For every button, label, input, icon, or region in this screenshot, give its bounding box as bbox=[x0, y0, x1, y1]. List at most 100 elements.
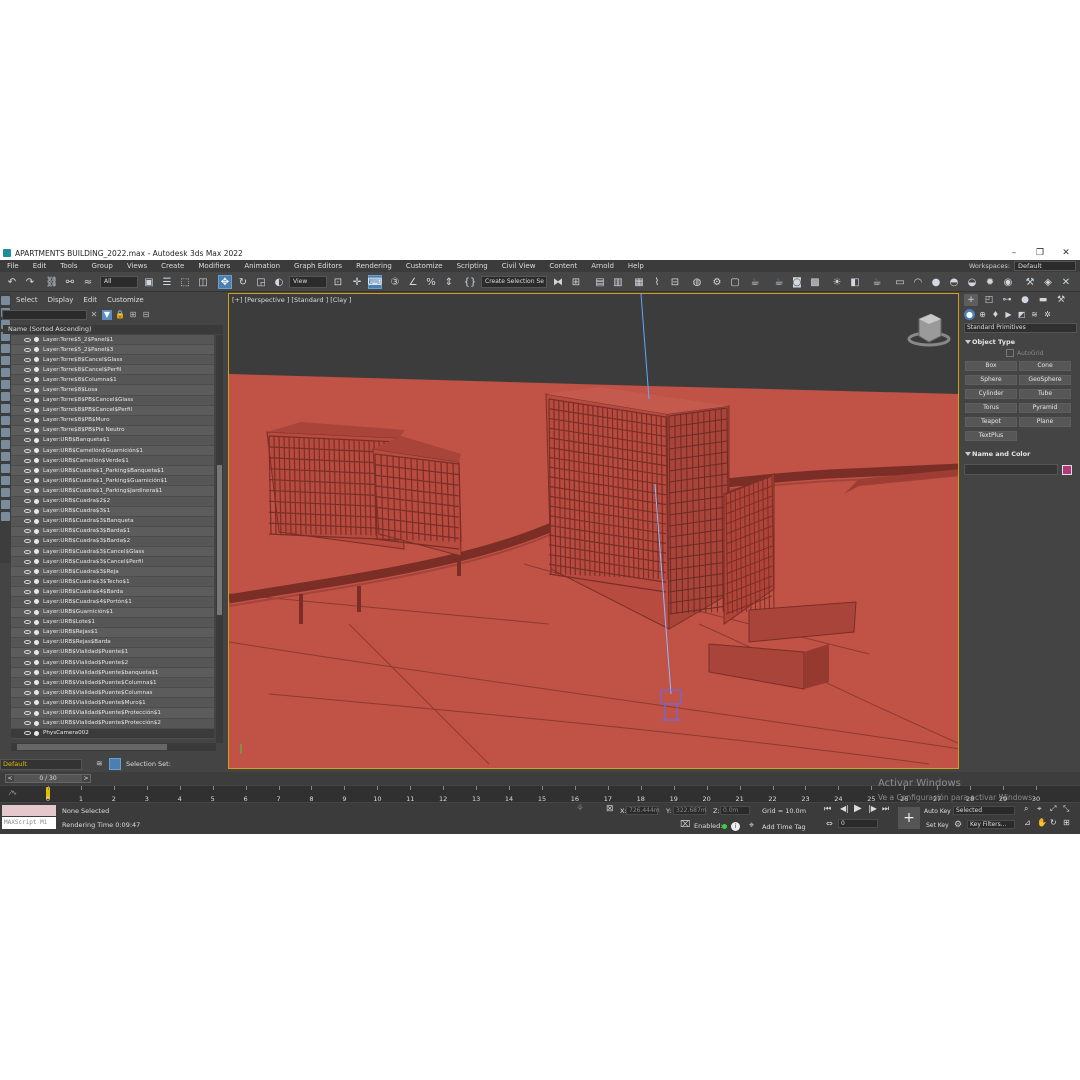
visibility-eye-icon[interactable] bbox=[24, 468, 31, 473]
freeze-dot-icon[interactable] bbox=[34, 478, 39, 484]
freeze-dot-icon[interactable] bbox=[34, 397, 39, 403]
filter-icon[interactable] bbox=[1, 488, 10, 497]
go-to-end-icon[interactable]: ⏭ bbox=[882, 804, 889, 814]
freeze-dot-icon[interactable] bbox=[34, 609, 39, 615]
orbit-icon[interactable]: ↻ bbox=[1050, 818, 1057, 827]
arnold-toolbar-icon[interactable]: ☕ bbox=[870, 275, 884, 289]
geosphere-button[interactable]: GeoSphere bbox=[1019, 375, 1071, 385]
visibility-eye-icon[interactable] bbox=[24, 700, 31, 705]
scene-column-header[interactable]: Name (Sorted Ascending) bbox=[3, 325, 223, 334]
zoom-extents-icon[interactable]: ⤢ bbox=[1050, 804, 1056, 814]
freeze-dot-icon[interactable] bbox=[34, 387, 39, 393]
link-icon[interactable]: ⛓ bbox=[45, 275, 59, 289]
visibility-eye-icon[interactable] bbox=[24, 731, 31, 736]
arnold-skydome-icon[interactable]: ◓ bbox=[947, 275, 961, 289]
display-hidden-icon[interactable] bbox=[1, 440, 10, 449]
visibility-eye-icon[interactable] bbox=[24, 418, 31, 423]
cameras-icon[interactable]: ▶ bbox=[1003, 309, 1014, 320]
menu-modifiers[interactable]: Modifiers bbox=[191, 262, 237, 270]
render-setup-icon[interactable]: ⚙ bbox=[710, 275, 724, 289]
menu-civil-view[interactable]: Civil View bbox=[495, 262, 543, 270]
display-bones-icon[interactable] bbox=[1, 404, 10, 413]
bind-spacewarp-icon[interactable]: ≈ bbox=[81, 275, 95, 289]
freeze-dot-icon[interactable] bbox=[34, 670, 39, 676]
freeze-dot-icon[interactable] bbox=[34, 720, 39, 726]
visibility-eye-icon[interactable] bbox=[24, 579, 31, 584]
menu-create[interactable]: Create bbox=[154, 262, 191, 270]
scrollbar-thumb[interactable] bbox=[17, 744, 167, 750]
freeze-dot-icon[interactable] bbox=[34, 569, 39, 575]
visibility-eye-icon[interactable] bbox=[24, 610, 31, 615]
visibility-eye-icon[interactable] bbox=[24, 398, 31, 403]
play-icon[interactable]: ▶ bbox=[854, 803, 862, 814]
autogrid-checkbox[interactable]: AutoGrid bbox=[1006, 349, 1080, 357]
scene-horizontal-scrollbar[interactable] bbox=[11, 743, 216, 751]
display-xrefs-icon[interactable] bbox=[1, 392, 10, 401]
freeze-dot-icon[interactable] bbox=[34, 660, 39, 666]
visibility-eye-icon[interactable] bbox=[24, 478, 31, 483]
scene-row[interactable]: Layer:URB$Lote$1 bbox=[11, 617, 214, 628]
shapes-icon[interactable]: ⊕ bbox=[977, 309, 988, 320]
scene-row[interactable]: Layer:URB$Vialidad$Puente$2 bbox=[11, 658, 214, 669]
zoom-all-icon[interactable]: ⌖ bbox=[1037, 804, 1042, 814]
visibility-eye-icon[interactable] bbox=[24, 428, 31, 433]
spacewarps-icon[interactable]: ≋ bbox=[1029, 309, 1040, 320]
menu-arnold[interactable]: Arnold bbox=[584, 262, 621, 270]
freeze-dot-icon[interactable] bbox=[34, 579, 39, 585]
display-groups-icon[interactable] bbox=[1, 380, 10, 389]
freeze-dot-icon[interactable] bbox=[34, 367, 39, 373]
scene-row[interactable]: Layer:URB$Cuadra$3$Cancel$Perfil bbox=[11, 557, 214, 568]
freeze-dot-icon[interactable] bbox=[34, 437, 39, 443]
visibility-eye-icon[interactable] bbox=[24, 438, 31, 443]
visibility-eye-icon[interactable] bbox=[24, 660, 31, 665]
scene-row[interactable]: Layer:URB$Cuadra$3$Banqueta bbox=[11, 516, 214, 527]
visibility-eye-icon[interactable] bbox=[24, 680, 31, 685]
visibility-eye-icon[interactable] bbox=[24, 650, 31, 655]
rendered-frame-window-icon[interactable]: ▢ bbox=[728, 275, 742, 289]
menu-group[interactable]: Group bbox=[85, 262, 120, 270]
sort-layers-icon[interactable]: ⊞ bbox=[128, 310, 138, 320]
viewport-label[interactable]: [+] [Perspective ] [Standard ] [Clay ] bbox=[232, 296, 352, 304]
visibility-eye-icon[interactable] bbox=[24, 630, 31, 635]
render-in-cloud-icon[interactable]: ▩ bbox=[808, 275, 822, 289]
menu-graph-editors[interactable]: Graph Editors bbox=[287, 262, 349, 270]
sphere-button[interactable]: Sphere bbox=[965, 375, 1017, 385]
info-icon[interactable]: i bbox=[731, 822, 740, 831]
scene-row[interactable]: Layer:Torre$5_2$Panel$3 bbox=[11, 345, 214, 356]
scene-row[interactable]: Layer:URB$Camellón$Guarnición$1 bbox=[11, 446, 214, 457]
scene-row[interactable]: Layer:Torre$5_2$Panel$1 bbox=[11, 335, 214, 346]
freeze-dot-icon[interactable] bbox=[34, 680, 39, 686]
scene-menu-display[interactable]: Display bbox=[43, 296, 79, 304]
visibility-eye-icon[interactable] bbox=[24, 347, 31, 352]
freeze-dot-icon[interactable] bbox=[34, 639, 39, 645]
object-color-swatch[interactable] bbox=[1062, 464, 1072, 475]
scene-row[interactable]: Layer:URB$Vialidad$Puente$Protección$2 bbox=[11, 718, 214, 729]
display-helpers-icon[interactable] bbox=[1, 356, 10, 365]
field-of-view-icon[interactable]: ⊿ bbox=[1024, 818, 1031, 827]
scene-row[interactable]: Layer:Torre$8$Losa bbox=[11, 385, 214, 396]
menu-customize[interactable]: Customize bbox=[399, 262, 450, 270]
systems-icon[interactable]: ✲ bbox=[1042, 309, 1053, 320]
freeze-dot-icon[interactable] bbox=[34, 559, 39, 565]
layers-icon[interactable]: ≋ bbox=[96, 759, 103, 768]
cone-button[interactable]: Cone bbox=[1019, 361, 1071, 371]
schematic-view-icon[interactable]: ⊟ bbox=[668, 275, 682, 289]
sort-hierarchy-icon[interactable]: ⊟ bbox=[141, 310, 151, 320]
angle-snap-icon[interactable]: ∠ bbox=[406, 275, 420, 289]
key-filters-button[interactable]: Key Filters... bbox=[967, 820, 1015, 829]
scene-row[interactable]: Layer:URB$Vialidad$Puente$Columna$1 bbox=[11, 678, 214, 689]
freeze-dot-icon[interactable] bbox=[34, 549, 39, 555]
scene-menu-customize[interactable]: Customize bbox=[102, 296, 149, 304]
visibility-eye-icon[interactable] bbox=[24, 721, 31, 726]
scene-search-input[interactable] bbox=[2, 310, 87, 320]
curve-editor-icon[interactable]: ⌇ bbox=[650, 275, 664, 289]
visibility-eye-icon[interactable] bbox=[24, 549, 31, 554]
lights-icon[interactable]: ♦ bbox=[990, 309, 1001, 320]
freeze-dot-icon[interactable] bbox=[34, 357, 39, 363]
visibility-eye-icon[interactable] bbox=[24, 357, 31, 362]
arnold-photometric-icon[interactable]: ◒ bbox=[965, 275, 979, 289]
scene-row[interactable]: Layer:URB$Banqueta$1 bbox=[11, 435, 214, 447]
menu-content[interactable]: Content bbox=[542, 262, 584, 270]
scene-row[interactable]: Layer:URB$Cuadra$1_Parking$Banqueta$1 bbox=[11, 466, 214, 477]
lock-icon[interactable]: 🔒 bbox=[115, 310, 125, 320]
